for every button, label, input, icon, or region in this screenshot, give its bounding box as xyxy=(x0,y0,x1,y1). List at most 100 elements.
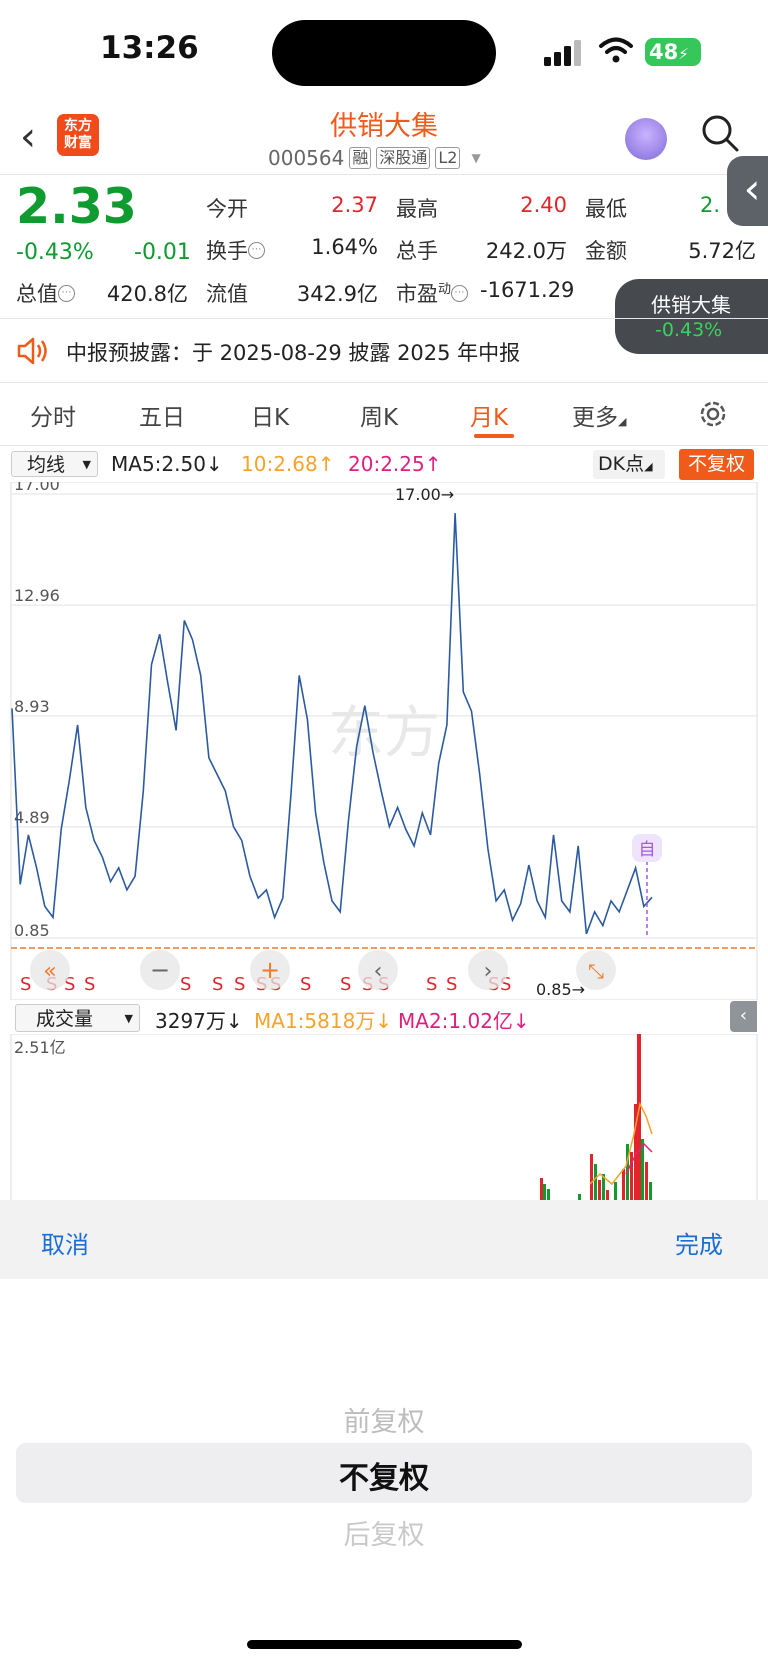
info-icon[interactable]: ⋯ xyxy=(248,242,265,259)
ma5-value: MA5:2.50↓ xyxy=(111,452,223,476)
dropdown-arrow-icon: ▼ xyxy=(124,1012,133,1025)
volume-bar xyxy=(606,1190,609,1200)
volume-bar xyxy=(622,1169,625,1200)
watermark: 东方 xyxy=(328,701,440,766)
pe-label[interactable]: 市盈动 ⋯ xyxy=(396,278,469,308)
y-tick-label: 17.00 xyxy=(14,482,60,494)
wifi-icon xyxy=(599,37,633,63)
cancel-button[interactable]: 取消 xyxy=(41,1225,89,1260)
gear-icon[interactable] xyxy=(697,398,729,430)
volume-y-top: 2.51亿 xyxy=(14,1038,66,1057)
done-button[interactable]: 完成 xyxy=(675,1225,723,1260)
caret-down-icon: ▼ xyxy=(471,151,481,165)
margin-tag: 融 xyxy=(349,147,372,169)
floating-stock-card[interactable]: 供销大集 -0.43% xyxy=(615,279,768,354)
tab-daily-k[interactable]: 日K xyxy=(251,398,289,432)
chevron-left-icon: ‹ xyxy=(739,1005,748,1026)
stock-code-line[interactable]: 000564 融 深股通 L2 ▼ xyxy=(268,146,481,170)
divider xyxy=(0,445,768,446)
double-chevron-left-icon: « xyxy=(43,959,56,984)
high-value: 2.40 xyxy=(520,193,567,217)
y-tick-label: 0.85 xyxy=(14,921,50,940)
picker-option-forward-adjusted[interactable]: 前复权 xyxy=(0,1400,768,1439)
change-percent: -0.43% xyxy=(16,240,94,265)
ma10-value: 10:2.68↑ xyxy=(241,452,335,476)
picker-option-unadjusted[interactable]: 不复权 xyxy=(0,1453,768,1497)
pe-value: -1671.29 xyxy=(480,278,575,302)
market-cap-value: 420.8亿 xyxy=(106,282,188,306)
sell-signal-marker: S xyxy=(212,974,223,995)
picker-option-backward-adjusted[interactable]: 后复权 xyxy=(0,1513,768,1552)
info-icon[interactable]: ⋯ xyxy=(451,285,469,302)
volume-bar xyxy=(630,1152,633,1200)
amount-label: 金额 xyxy=(585,239,627,263)
market-cap-label[interactable]: 总值 ⋯ xyxy=(16,278,75,308)
search-icon[interactable] xyxy=(700,113,740,153)
dk-label: DK点 xyxy=(598,453,645,475)
volume-ma2: MA2:1.02亿↓ xyxy=(398,1009,530,1033)
volume-bar xyxy=(614,1182,617,1200)
floating-card-pct: -0.43% xyxy=(655,319,723,341)
floating-card-name: 供销大集 xyxy=(651,293,731,317)
amount-value: 5.72亿 xyxy=(688,239,756,263)
volume-bar xyxy=(547,1189,550,1200)
collapse-panel-button[interactable]: ‹ xyxy=(730,1001,757,1032)
tab-more-label: 更多 xyxy=(572,405,618,431)
turnover-label-text: 换手 xyxy=(206,239,248,263)
notice-text[interactable]: 中报预披露：于 2025-08-29 披露 2025 年中报 xyxy=(66,337,520,367)
chevron-left-icon: ‹ xyxy=(743,164,761,213)
connect-tag: 深股通 xyxy=(376,147,431,169)
volume-bar xyxy=(645,1162,648,1200)
corner-arrow-icon: ◢ xyxy=(618,415,627,428)
float-cap-value: 342.9亿 xyxy=(296,282,378,306)
tab-monthly-k[interactable]: 月K xyxy=(470,398,508,432)
volume-ma1: MA1:5818万↓ xyxy=(254,1009,393,1033)
sell-signal-marker: S xyxy=(20,974,31,995)
status-time: 13:26 xyxy=(100,30,199,66)
volume-bars xyxy=(540,1034,652,1200)
open-value: 2.37 xyxy=(331,193,378,217)
low-value: 2. xyxy=(700,193,721,217)
change-amount: -0.01 xyxy=(134,240,191,265)
volume-label: 总手 xyxy=(396,239,438,263)
plus-icon: + xyxy=(260,956,280,984)
ma20-value: 20:2.25↑ xyxy=(348,452,442,476)
dk-point-button[interactable]: DK点◢ xyxy=(593,450,665,479)
volume-indicator-select[interactable]: 成交量 ▼ xyxy=(15,1004,140,1032)
home-indicator xyxy=(247,1640,522,1649)
chart-nav-controls: « − + ‹ › ⤡ xyxy=(30,950,616,990)
volume-chart[interactable]: 2.51亿 xyxy=(0,1034,768,1200)
speaker-icon xyxy=(17,337,47,365)
assistant-avatar[interactable] xyxy=(625,118,667,160)
stock-code: 000564 xyxy=(268,146,345,170)
dropdown-arrow-icon: ▼ xyxy=(82,458,91,471)
min-price-annotation: 0.85→ xyxy=(536,980,585,999)
turnover-label[interactable]: 换手 ⋯ xyxy=(206,235,265,265)
ma-indicator-select[interactable]: 均线 ▼ xyxy=(11,451,98,477)
tab-weekly-k[interactable]: 周K xyxy=(360,398,398,432)
adjustment-button[interactable]: 不复权 xyxy=(679,449,754,480)
tab-intraday[interactable]: 分时 xyxy=(30,398,76,432)
self-marker-label: 自 xyxy=(639,840,656,860)
volume-bar xyxy=(590,1154,593,1200)
tab-five-day[interactable]: 五日 xyxy=(139,398,185,432)
sell-signal-marker: S xyxy=(340,974,351,995)
volume-bar xyxy=(649,1182,652,1200)
info-icon[interactable]: ⋯ xyxy=(58,285,75,302)
turnover-value: 1.64% xyxy=(311,235,378,259)
kline-chart[interactable]: 17.00 12.96 8.93 4.89 0.85 东方 17.00→ 0.85→ 自… xyxy=(0,482,768,1000)
sell-signal-marker: S xyxy=(300,974,311,995)
expand-icon: ⤡ xyxy=(588,959,604,983)
picker-toolbar xyxy=(0,1200,768,1279)
volume-bar xyxy=(540,1178,543,1200)
minus-icon: − xyxy=(150,956,170,984)
side-panel-tab[interactable]: ‹ xyxy=(727,156,768,226)
tab-more[interactable]: 更多◢ xyxy=(572,398,626,432)
chevron-left-icon: ‹ xyxy=(374,959,383,984)
y-tick-label: 4.89 xyxy=(14,808,50,827)
battery-level: 48 xyxy=(649,40,679,64)
pe-dynamic-sup: 动 xyxy=(438,282,452,297)
y-tick-label: 8.93 xyxy=(14,697,50,716)
volume-bar xyxy=(543,1184,546,1200)
sell-signal-marker: S xyxy=(446,974,457,995)
